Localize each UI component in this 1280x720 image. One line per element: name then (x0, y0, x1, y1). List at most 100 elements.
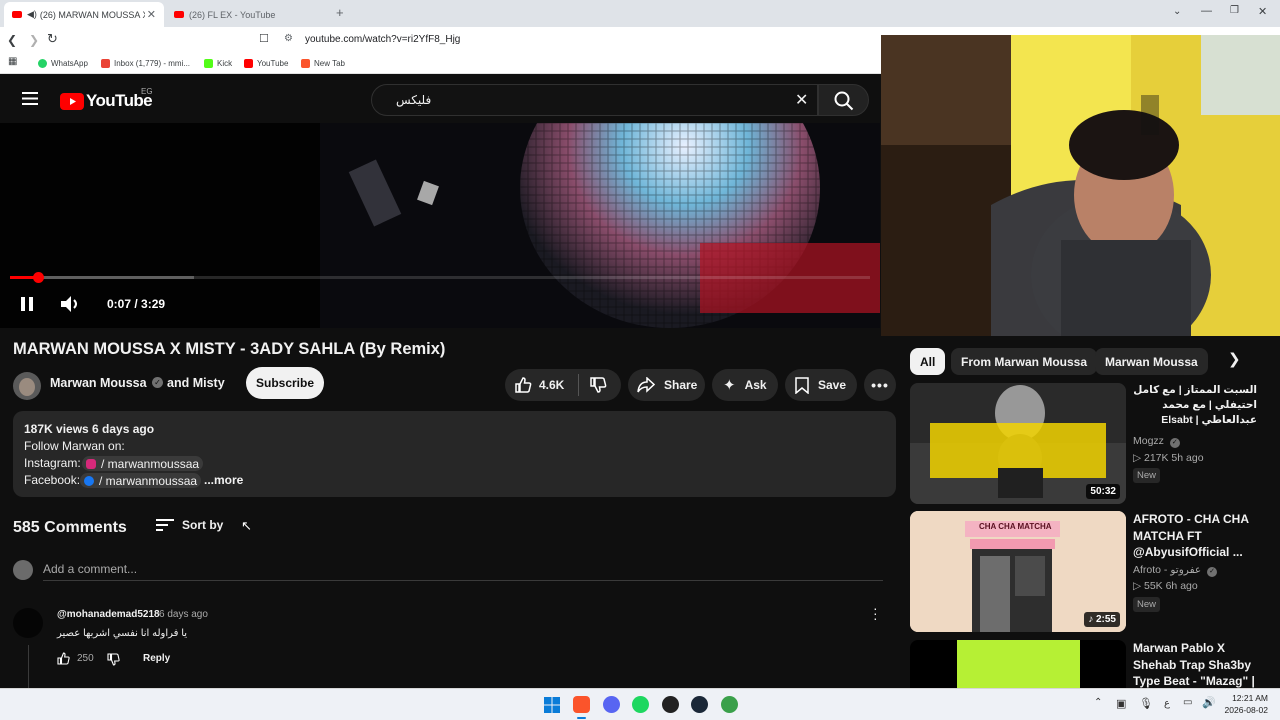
comment-time[interactable]: 6 days ago (159, 609, 208, 620)
video-player[interactable]: 0:07 / 3:29 (0, 123, 880, 328)
discord-icon[interactable] (603, 696, 620, 713)
show-more-link[interactable]: ...more (204, 473, 243, 487)
tab-title: (26) MARWAN MOUSSA X M (39, 9, 145, 20)
volume-tray-icon[interactable]: 🔊 (1202, 696, 1216, 709)
rec-title[interactable]: Marwan Pablo X Shehab Trap Sha3by Type B… (1133, 640, 1263, 688)
tab-active[interactable]: ◀) (26) MARWAN MOUSSA X M ✕ (4, 2, 164, 27)
rec-channel: Afroto - عفروتو (1133, 564, 1202, 576)
search-button[interactable] (818, 84, 869, 116)
close-window-icon[interactable]: ✕ (1258, 5, 1267, 18)
search-query-text: فليكس (396, 93, 432, 107)
back-icon[interactable]: ❮ (7, 33, 17, 47)
save-label: Save (818, 378, 847, 392)
app-icon[interactable] (721, 696, 738, 713)
maximize-icon[interactable]: ❐ (1230, 5, 1239, 16)
obs-icon[interactable] (662, 696, 679, 713)
chip-channel[interactable]: Marwan Moussa (1095, 348, 1208, 375)
minimize-icon[interactable]: — (1201, 5, 1212, 17)
comment-author[interactable]: @mohanademad5218 (57, 609, 160, 620)
subscribe-button[interactable]: Subscribe (246, 367, 324, 399)
thumbs-up-icon (515, 377, 532, 393)
chip-from-channel[interactable]: From Marwan Moussa (951, 348, 1098, 375)
video-title: MARWAN MOUSSA X MISTY - 3ADY SAHLA (By R… (13, 340, 446, 358)
reply-button[interactable]: Reply (143, 653, 170, 664)
tray-app-icon[interactable]: ▣ (1116, 697, 1126, 710)
clock-date[interactable]: 2026-08-02 (1222, 705, 1268, 715)
more-actions-button[interactable]: ••• (864, 369, 896, 401)
ask-button[interactable]: ✦ Ask (712, 369, 778, 401)
instagram-icon (86, 458, 96, 469)
more-horizontal-icon: ••• (871, 377, 889, 393)
forward-icon[interactable]: ❯ (29, 33, 39, 47)
rec-title[interactable]: السبت الممتاز | مع كامل احتيفلي | مع محم… (1133, 383, 1257, 430)
clear-search-icon[interactable]: ✕ (795, 90, 808, 110)
comment-dislike-button[interactable] (107, 653, 120, 666)
reload-icon[interactable]: ↻ (47, 31, 58, 47)
browser-tab-bar: ◀) (26) MARWAN MOUSSA X M ✕ (26) FL EX -… (0, 0, 1280, 27)
facebook-link[interactable]: / marwanmoussaa (80, 473, 202, 488)
apps-grid-icon[interactable]: ▦ (8, 56, 17, 67)
comment-like-button[interactable] (57, 652, 70, 665)
share-button[interactable]: Share (628, 369, 705, 401)
bookmark-gmail[interactable]: Inbox (1,779) - mmi... (101, 56, 190, 71)
chevron-right-icon[interactable]: ❯ (1228, 350, 1241, 368)
instagram-link[interactable]: / marwanmoussaa (82, 456, 204, 471)
like-button[interactable]: 4.6K (505, 369, 564, 401)
progress-scrubber[interactable] (33, 272, 44, 283)
bookmark-new-tab[interactable]: New Tab (301, 56, 345, 71)
menu-icon[interactable] (22, 92, 38, 105)
microphone-icon[interactable]: 🎙 (1139, 697, 1153, 710)
pause-icon[interactable] (20, 296, 34, 312)
gmail-icon (101, 59, 110, 68)
rec-thumbnail[interactable]: 50:32 (910, 383, 1126, 504)
new-tab-button[interactable]: + (336, 5, 344, 20)
channel-avatar[interactable] (13, 372, 41, 400)
chip-all[interactable]: All (910, 348, 946, 375)
chevron-down-icon[interactable]: ⌄ (1173, 6, 1181, 17)
channel-name[interactable]: Marwan Moussa (50, 376, 147, 390)
time-display: 0:07 / 3:29 (107, 297, 166, 311)
bookmark-label: Kick (217, 59, 233, 68)
network-icon[interactable]: ▭ (1183, 697, 1192, 708)
rec-channel-row[interactable]: Afroto - عفروتو ✓ (1133, 564, 1218, 577)
windows-start-icon[interactable] (544, 697, 560, 713)
rec-thumbnail[interactable]: CHA CHA MATCHA ♪ 2:55 (910, 511, 1126, 632)
bookmark-whatsapp[interactable]: WhatsApp (38, 56, 88, 71)
rec-thumbnail[interactable] (910, 640, 1126, 688)
youtube-favicon-icon (174, 11, 184, 18)
thumbs-down-icon (590, 377, 607, 393)
brave-browser-icon[interactable] (573, 696, 590, 713)
tab-inactive[interactable]: (26) FL EX - YouTube (166, 2, 326, 27)
sparkle-icon: ✦ (723, 377, 736, 394)
dislike-button[interactable] (579, 376, 607, 394)
progress-bar[interactable] (10, 272, 870, 283)
search-input[interactable]: فليكس ✕ (371, 84, 818, 116)
collab-name[interactable]: and Misty (167, 376, 225, 390)
rec-channel-row[interactable]: Mogzz ✓ (1133, 435, 1180, 448)
site-info-icon[interactable]: ⚙ (284, 33, 293, 44)
clock-time[interactable]: 12:21 AM (1226, 693, 1268, 703)
sort-by-button[interactable]: Sort by (156, 518, 223, 532)
taskbar: ⌃ ▣ 🎙 ع ▭ 🔊 12:21 AM 2026-08-02 (0, 688, 1280, 720)
save-button[interactable]: Save (785, 369, 857, 401)
tray-overflow-icon[interactable]: ⌃ (1094, 697, 1102, 708)
url-field[interactable]: youtube.com/watch?v=ri2YfF8_Hjg (305, 34, 460, 45)
youtube-icon (244, 59, 253, 68)
comment-input-underline (43, 580, 883, 581)
youtube-favicon-icon (12, 11, 22, 18)
add-comment-input[interactable]: Add a comment... (43, 562, 137, 576)
spotify-icon[interactable] (632, 696, 649, 713)
volume-icon[interactable] (60, 295, 80, 313)
language-indicator[interactable]: ع (1164, 698, 1170, 709)
youtube-logo[interactable]: YouTube (60, 91, 153, 111)
close-tab-icon[interactable]: ✕ (147, 8, 156, 21)
instagram-handle: / marwanmoussaa (101, 456, 200, 471)
commenter-avatar[interactable] (13, 608, 43, 638)
bookmark-kick[interactable]: Kick (204, 56, 232, 71)
comment-menu-icon[interactable]: · · · (873, 601, 878, 625)
steam-icon[interactable] (691, 696, 708, 713)
bookmark-icon[interactable]: ☐ (259, 32, 269, 45)
rec-title[interactable]: AFROTO - CHA CHA MATCHA FT @AbyusifOffic… (1133, 511, 1263, 561)
facebook-label: Facebook: (24, 473, 81, 487)
bookmark-youtube[interactable]: YouTube (244, 56, 288, 71)
